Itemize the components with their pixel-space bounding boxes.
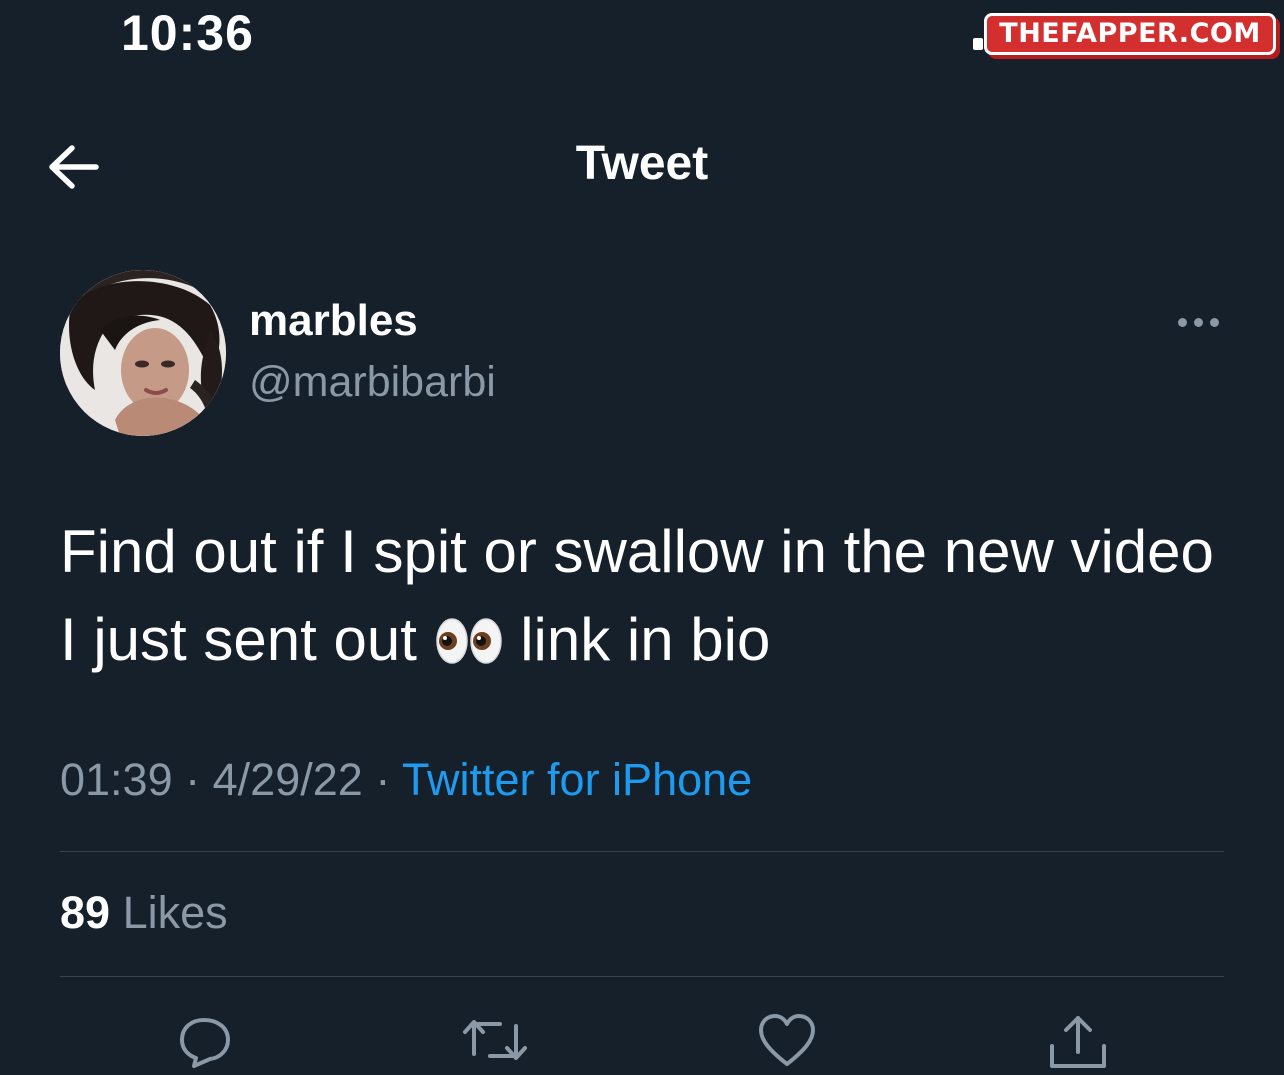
share-button[interactable] bbox=[1046, 1010, 1110, 1070]
meta-separator: · bbox=[185, 754, 201, 805]
like-button[interactable] bbox=[755, 1010, 819, 1070]
tweet-meta: 01:39 · 4/29/22 · Twitter for iPhone bbox=[60, 754, 752, 806]
like-icon bbox=[759, 1014, 815, 1066]
tweet-text-link: link in bio bbox=[520, 606, 771, 673]
tweet-date: 4/29/22 bbox=[212, 754, 363, 805]
likes-stat[interactable]: 89 Likes bbox=[60, 887, 228, 939]
more-options-button[interactable] bbox=[1168, 306, 1228, 338]
retweet-button[interactable] bbox=[460, 1010, 527, 1070]
divider bbox=[60, 851, 1224, 852]
reply-icon bbox=[180, 1018, 230, 1068]
author-handle[interactable]: @marbibarbi bbox=[249, 358, 496, 407]
status-bar-indicator bbox=[973, 38, 983, 50]
watermark-logo: THEFAPPER.COM bbox=[984, 13, 1276, 55]
divider bbox=[60, 976, 1224, 977]
likes-count: 89 bbox=[60, 887, 111, 938]
retweet-icon bbox=[463, 1020, 527, 1060]
share-icon bbox=[1050, 1016, 1106, 1068]
likes-label: Likes bbox=[122, 887, 228, 938]
eyes-emoji bbox=[434, 602, 504, 690]
avatar-photo bbox=[60, 270, 226, 436]
tweet-source-link[interactable]: Twitter for iPhone bbox=[402, 754, 752, 805]
tweet-text: Find out if I spit or swallow in the new… bbox=[60, 508, 1230, 690]
author-display-name[interactable]: marbles bbox=[249, 296, 418, 346]
more-dots-icon bbox=[1177, 317, 1187, 327]
reply-button[interactable] bbox=[172, 1010, 236, 1070]
page-title: Tweet bbox=[575, 137, 709, 190]
tweet-time: 01:39 bbox=[60, 754, 173, 805]
meta-separator: · bbox=[375, 754, 391, 805]
status-bar-time: 10:36 bbox=[121, 5, 254, 61]
avatar[interactable] bbox=[60, 270, 226, 436]
